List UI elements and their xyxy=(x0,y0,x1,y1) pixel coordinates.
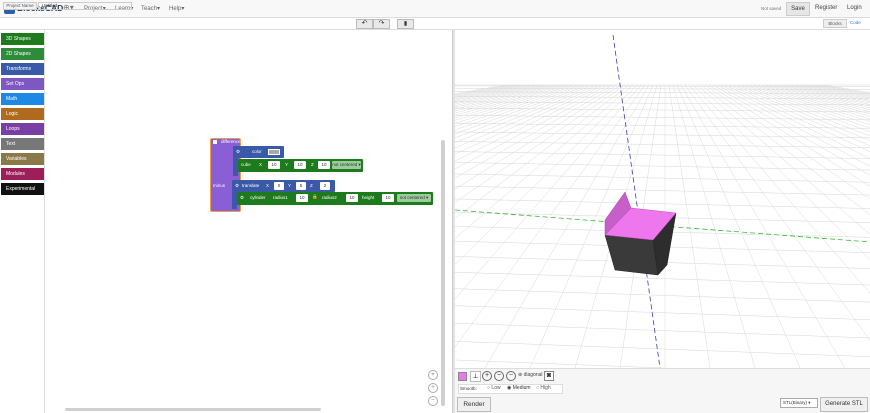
trash-button[interactable]: ▮ xyxy=(397,19,414,29)
cube-center-dropdown[interactable]: not centered ▾ xyxy=(332,161,361,169)
category-experimental[interactable]: Experimental xyxy=(1,183,44,195)
cylinder-radius2-label: radius2 xyxy=(322,195,337,200)
color-label: color xyxy=(252,149,262,154)
smooth-medium-radio[interactable]: ◉ Medium xyxy=(507,385,531,391)
tab-blocks[interactable]: Blocks xyxy=(823,19,847,28)
category-sidebar: 3D Shapes 2D Shapes Transforms Set Ops Math L… xyxy=(0,30,45,413)
workspace-vertical-scrollbar[interactable] xyxy=(441,140,445,406)
category-loops[interactable]: Loops xyxy=(1,123,44,135)
trash-icon: ▮ xyxy=(403,21,408,27)
smooth-high-radio[interactable]: ○ High xyxy=(536,385,551,391)
category-2d-shapes[interactable]: 2D Shapes xyxy=(1,48,44,60)
minus-label: minus xyxy=(213,183,226,188)
translate-x-field[interactable]: 0 xyxy=(274,182,284,190)
collapse-toggle[interactable] xyxy=(213,140,217,144)
cube-x-field[interactable]: 10 xyxy=(268,161,280,169)
project-name-label: Project Name xyxy=(3,2,37,10)
zoom-fit-view-icon[interactable]: − xyxy=(506,371,516,381)
axes-toggle-icon[interactable]: ⟂ xyxy=(470,371,481,382)
cylinder-label: cylinder xyxy=(250,195,266,200)
cube-x-label: X xyxy=(259,162,263,167)
color-gear-icon[interactable]: ⚙ xyxy=(236,149,240,155)
menu-help[interactable]: Help▾ xyxy=(169,5,184,12)
3d-scene[interactable] xyxy=(455,30,870,368)
category-text[interactable]: Text xyxy=(1,138,44,150)
lock-icon[interactable]: 🔒 xyxy=(312,194,318,200)
cylinder-radius1-field[interactable]: 10 xyxy=(296,194,308,202)
menu-teach[interactable]: Teach▾ xyxy=(141,5,160,12)
login-link[interactable]: Login xyxy=(847,5,862,11)
cube-y-field[interactable]: 10 xyxy=(294,161,306,169)
category-variables[interactable]: Variables xyxy=(1,153,44,165)
difference-label: difference xyxy=(221,139,241,144)
undo-button[interactable]: ↶ xyxy=(356,19,373,29)
cylinder-center-dropdown[interactable]: not centered ▾ xyxy=(397,194,431,202)
translate-x-label: X xyxy=(266,183,270,188)
zoom-reset-button[interactable]: ⌖ xyxy=(428,370,438,380)
category-3d-shapes[interactable]: 3D Shapes xyxy=(1,33,44,45)
category-math[interactable]: Math xyxy=(1,93,44,105)
save-button[interactable]: Save xyxy=(786,2,810,16)
cylinder-height-label: height xyxy=(362,195,375,200)
translate-label: translate xyxy=(242,183,260,188)
translate-gear-icon[interactable]: ⚙ xyxy=(235,183,239,189)
translate-z-label: Z xyxy=(310,183,313,188)
recenter-icon: ⌖ xyxy=(431,371,435,378)
zoom-out-button[interactable]: − xyxy=(428,396,438,406)
register-link[interactable]: Register xyxy=(815,5,837,11)
category-transforms[interactable]: Transforms xyxy=(1,63,44,75)
save-status: Not saved xyxy=(761,6,782,11)
zoom-out-icon: − xyxy=(430,397,436,404)
translate-y-label: Y xyxy=(288,183,292,188)
translate-z-field[interactable]: 2 xyxy=(320,182,330,190)
camera-screenshot-icon[interactable]: ◙ xyxy=(544,371,554,381)
workspace-horizontal-scrollbar[interactable] xyxy=(65,408,321,411)
tab-code[interactable]: Code xyxy=(850,20,861,25)
zoom-in-view-icon[interactable]: + xyxy=(482,371,492,381)
cylinder-radius1-label: radius1 xyxy=(273,195,288,200)
cube-label: cube xyxy=(241,162,251,167)
project-name-input[interactable]: Untitled xyxy=(38,2,132,10)
3d-viewport[interactable] xyxy=(455,30,870,368)
smooth-low-radio[interactable]: ○ Low xyxy=(487,385,501,391)
category-logic[interactable]: Logic xyxy=(1,108,44,120)
cylinder-gear-icon[interactable]: ⚙ xyxy=(240,195,244,201)
translate-y-field[interactable]: 5 xyxy=(296,182,306,190)
zoom-in-button[interactable]: + xyxy=(428,383,438,393)
view-direction-select[interactable]: ⊕ diagonal ▾ xyxy=(518,372,546,378)
color-swatch[interactable] xyxy=(268,149,280,155)
project-toolbar xyxy=(0,18,870,30)
blocks-workspace[interactable] xyxy=(46,30,452,413)
model-object xyxy=(604,191,677,276)
category-modules[interactable]: Modules xyxy=(1,168,44,180)
stl-format-select[interactable]: STL(Binary) ▾ xyxy=(780,398,818,408)
cylinder-radius2-field[interactable]: 10 xyxy=(346,194,358,202)
cube-z-field[interactable]: 10 xyxy=(318,161,330,169)
viewer-toolbar: ⟂ + − − ⊕ diagonal ▾ ◙ Smooth: ○ Low ◉ M… xyxy=(455,368,870,413)
cube-y-label: Y xyxy=(285,162,289,167)
generate-stl-button[interactable]: Generate STL xyxy=(820,397,868,412)
redo-button[interactable]: ↷ xyxy=(373,19,390,29)
cylinder-height-field[interactable]: 10 xyxy=(382,194,394,202)
smooth-label: Smooth: xyxy=(460,386,477,391)
cube-z-label: Z xyxy=(311,162,314,167)
object-color-swatch[interactable] xyxy=(458,372,467,381)
zoom-in-icon: + xyxy=(430,384,436,391)
zoom-out-view-icon[interactable]: − xyxy=(494,371,504,381)
render-button[interactable]: Render xyxy=(457,397,491,412)
category-set-ops[interactable]: Set Ops xyxy=(1,78,44,90)
